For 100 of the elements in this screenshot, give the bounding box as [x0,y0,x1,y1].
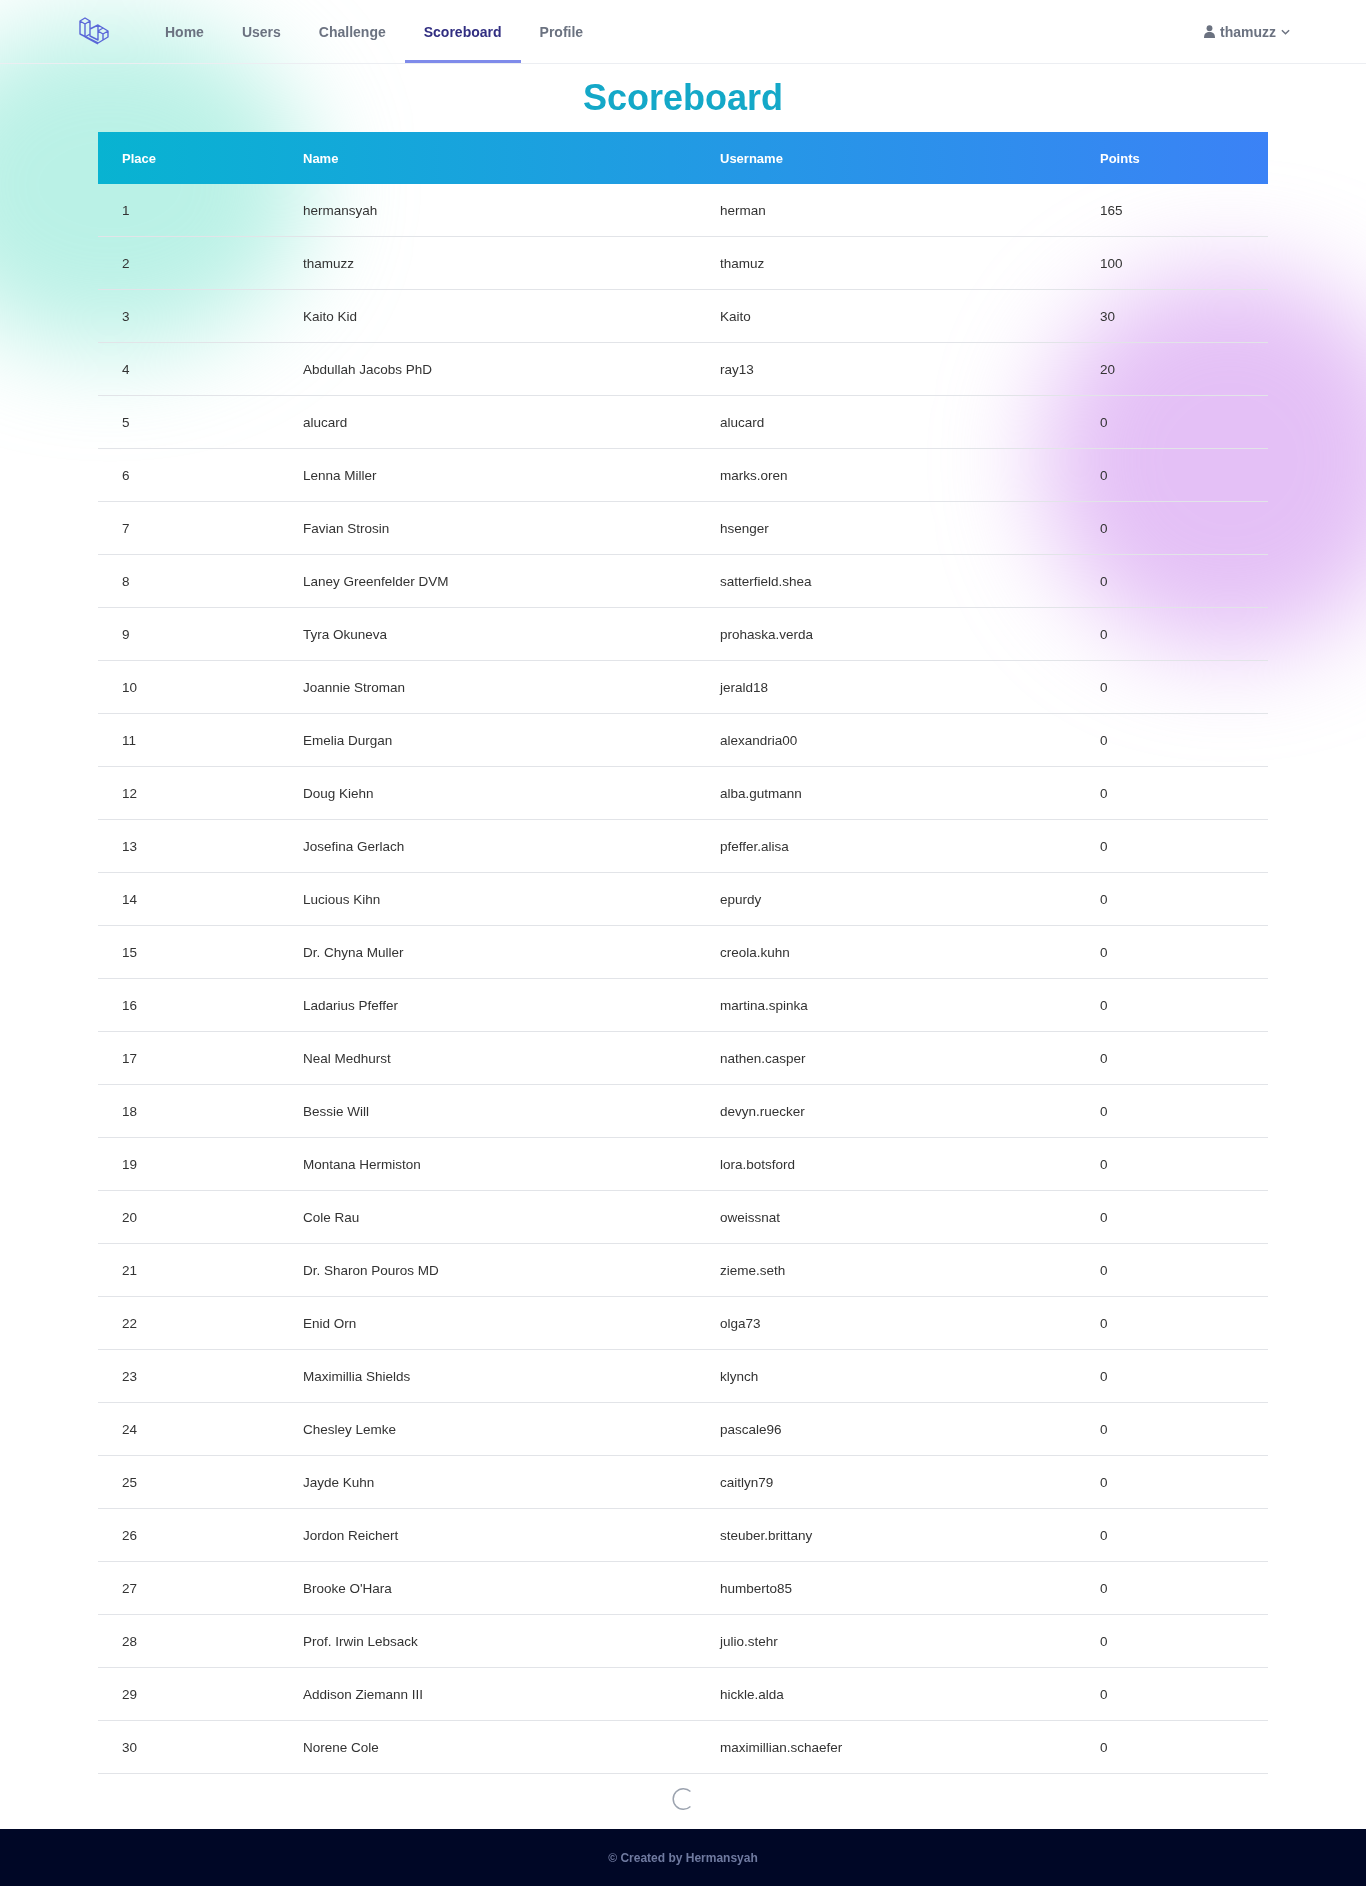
table-cell-text: Chesley Lemke [302,1421,398,1437]
table-cell-text: 0 [1099,679,1109,695]
table-cell-text: 14 [121,891,139,907]
table-cell-text: 0 [1099,573,1109,589]
table-cell-text: 0 [1099,1262,1109,1278]
table-cell-text: 13 [121,838,139,854]
table-cell-text: Brooke O'Hara [302,1580,393,1596]
table-cell-text: 17 [121,1050,139,1066]
table-cell-text: hickle.alda [719,1686,785,1702]
table-cell-text: 8 [121,573,131,589]
table-cell-text: 0 [1099,891,1109,907]
table-cell-text: 0 [1099,626,1109,642]
table-cell-text: hsenger [719,520,770,536]
logo-icon [78,15,110,48]
table-cell-text: 23 [121,1368,139,1384]
table-cell-text: Emelia Durgan [302,732,394,748]
table-cell-text: 4 [121,361,131,377]
table-cell-text: 0 [1099,1103,1109,1119]
table-cell-text: thamuzz [302,255,356,271]
table-cell-text: 24 [121,1421,139,1437]
table-cell-text: 20 [1099,361,1117,377]
table-cell-text: nathen.casper [719,1050,807,1066]
nav-link[interactable]: Challenge [299,0,405,63]
table-cell-text: Dr. Sharon Pouros MD [302,1262,440,1278]
table-cell-text: Neal Medhurst [302,1050,392,1066]
nav-link[interactable]: Profile [520,0,603,63]
table-cell-text: 0 [1099,1421,1109,1437]
table-cell-text: 2 [121,255,131,271]
table-cell-text: 1 [121,202,131,218]
table-cell-text: satterfield.shea [719,573,813,589]
table-cell-text: klynch [719,1368,760,1384]
table-cell-text: 0 [1099,732,1109,748]
table-cell-text: 0 [1099,1315,1109,1331]
table-cell-text: Favian Strosin [302,520,391,536]
table-cell-text: hermansyah [302,202,379,218]
table-cell-text: alba.gutmann [719,785,803,801]
table-cell-text: Jordon Reichert [302,1527,400,1543]
table-cell-text: 30 [1099,308,1117,324]
table-cell-text: Bessie Will [302,1103,370,1119]
table-cell-text: 26 [121,1527,139,1543]
table-cell-text: caitlyn79 [719,1474,775,1490]
table-cell-text: alucard [719,414,766,430]
column-header: Place [121,150,157,166]
table-cell-text: olga73 [719,1315,762,1331]
table-cell-text: julio.stehr [718,1633,779,1649]
table-cell-text: Prof. Irwin Lebsack [302,1633,419,1649]
table-cell-text: 27 [121,1580,139,1596]
table-cell-text: epurdy [719,891,763,907]
table-cell-text: 100 [1099,255,1124,271]
nav-link[interactable]: Users [222,0,300,63]
table-cell-text: steuber.brittany [719,1527,814,1543]
table-cell-text: pfeffer.alisa [719,838,790,854]
table-cell-text: 0 [1099,1739,1109,1755]
table-cell-text: lora.botsford [719,1156,797,1172]
table-cell-text: 0 [1099,1633,1109,1649]
table-cell-text: prohaska.verda [719,626,815,642]
table-cell-text: 0 [1099,1156,1109,1172]
table-cell-text: 19 [121,1156,139,1172]
table-cell-text: Kaito Kid [302,308,359,324]
table-cell-text: Lucious Kihn [302,891,382,907]
table-cell-text: 0 [1099,1686,1109,1702]
table-cell-text: 20 [121,1209,139,1225]
table-cell-text: 0 [1099,1474,1109,1490]
table-cell-text: Dr. Chyna Muller [302,944,405,960]
table-cell-text: Doug Kiehn [302,785,375,801]
table-cell-text: Josefina Gerlach [302,838,406,854]
table-cell-text: Norene Cole [302,1739,380,1755]
table-cell-text: Laney Greenfelder DVM [302,573,450,589]
table-cell-text: 0 [1099,1527,1109,1543]
table-cell-text: 9 [121,626,131,642]
table-cell-text: alucard [302,414,349,430]
table-cell-text: 0 [1099,944,1109,960]
table-cell-text: 29 [121,1686,139,1702]
table-cell-text: 28 [121,1633,139,1649]
table-cell-text: humberto85 [719,1580,794,1596]
table-cell-text: ray13 [719,361,755,377]
table-cell-text: Enid Orn [302,1315,358,1331]
table-cell-text: Addison Ziemann III [302,1686,425,1702]
table-cell-text: herman [719,202,767,218]
table-cell-text: 11 [121,732,137,748]
table-cell-text: 0 [1099,414,1109,430]
table-cell-text: 0 [1099,1368,1109,1384]
user-menu[interactable]: thamuzz [1204,23,1290,40]
table-cell-text: martina.spinka [719,997,809,1013]
table-cell-text: 3 [121,308,131,324]
nav-link[interactable]: Scoreboard [404,0,521,63]
table-cell-text: 0 [1099,838,1109,854]
table-cell-text: thamuz [719,255,766,271]
nav-link[interactable]: Home [146,0,223,63]
table-cell-text: 18 [121,1103,139,1119]
table-cell-text: creola.kuhn [719,944,791,960]
table-cell-text: 165 [1099,202,1124,218]
column-header: Username [719,150,784,166]
table-cell-text: 10 [121,679,139,695]
table-cell-text: jerald18 [718,679,770,695]
table-cell-text: Tyra Okuneva [302,626,389,642]
table-cell-text: 30 [121,1739,139,1755]
table-cell-text: Lenna Miller [302,467,378,483]
table-cell-text: 15 [121,944,139,960]
table-cell-text: 0 [1099,785,1109,801]
